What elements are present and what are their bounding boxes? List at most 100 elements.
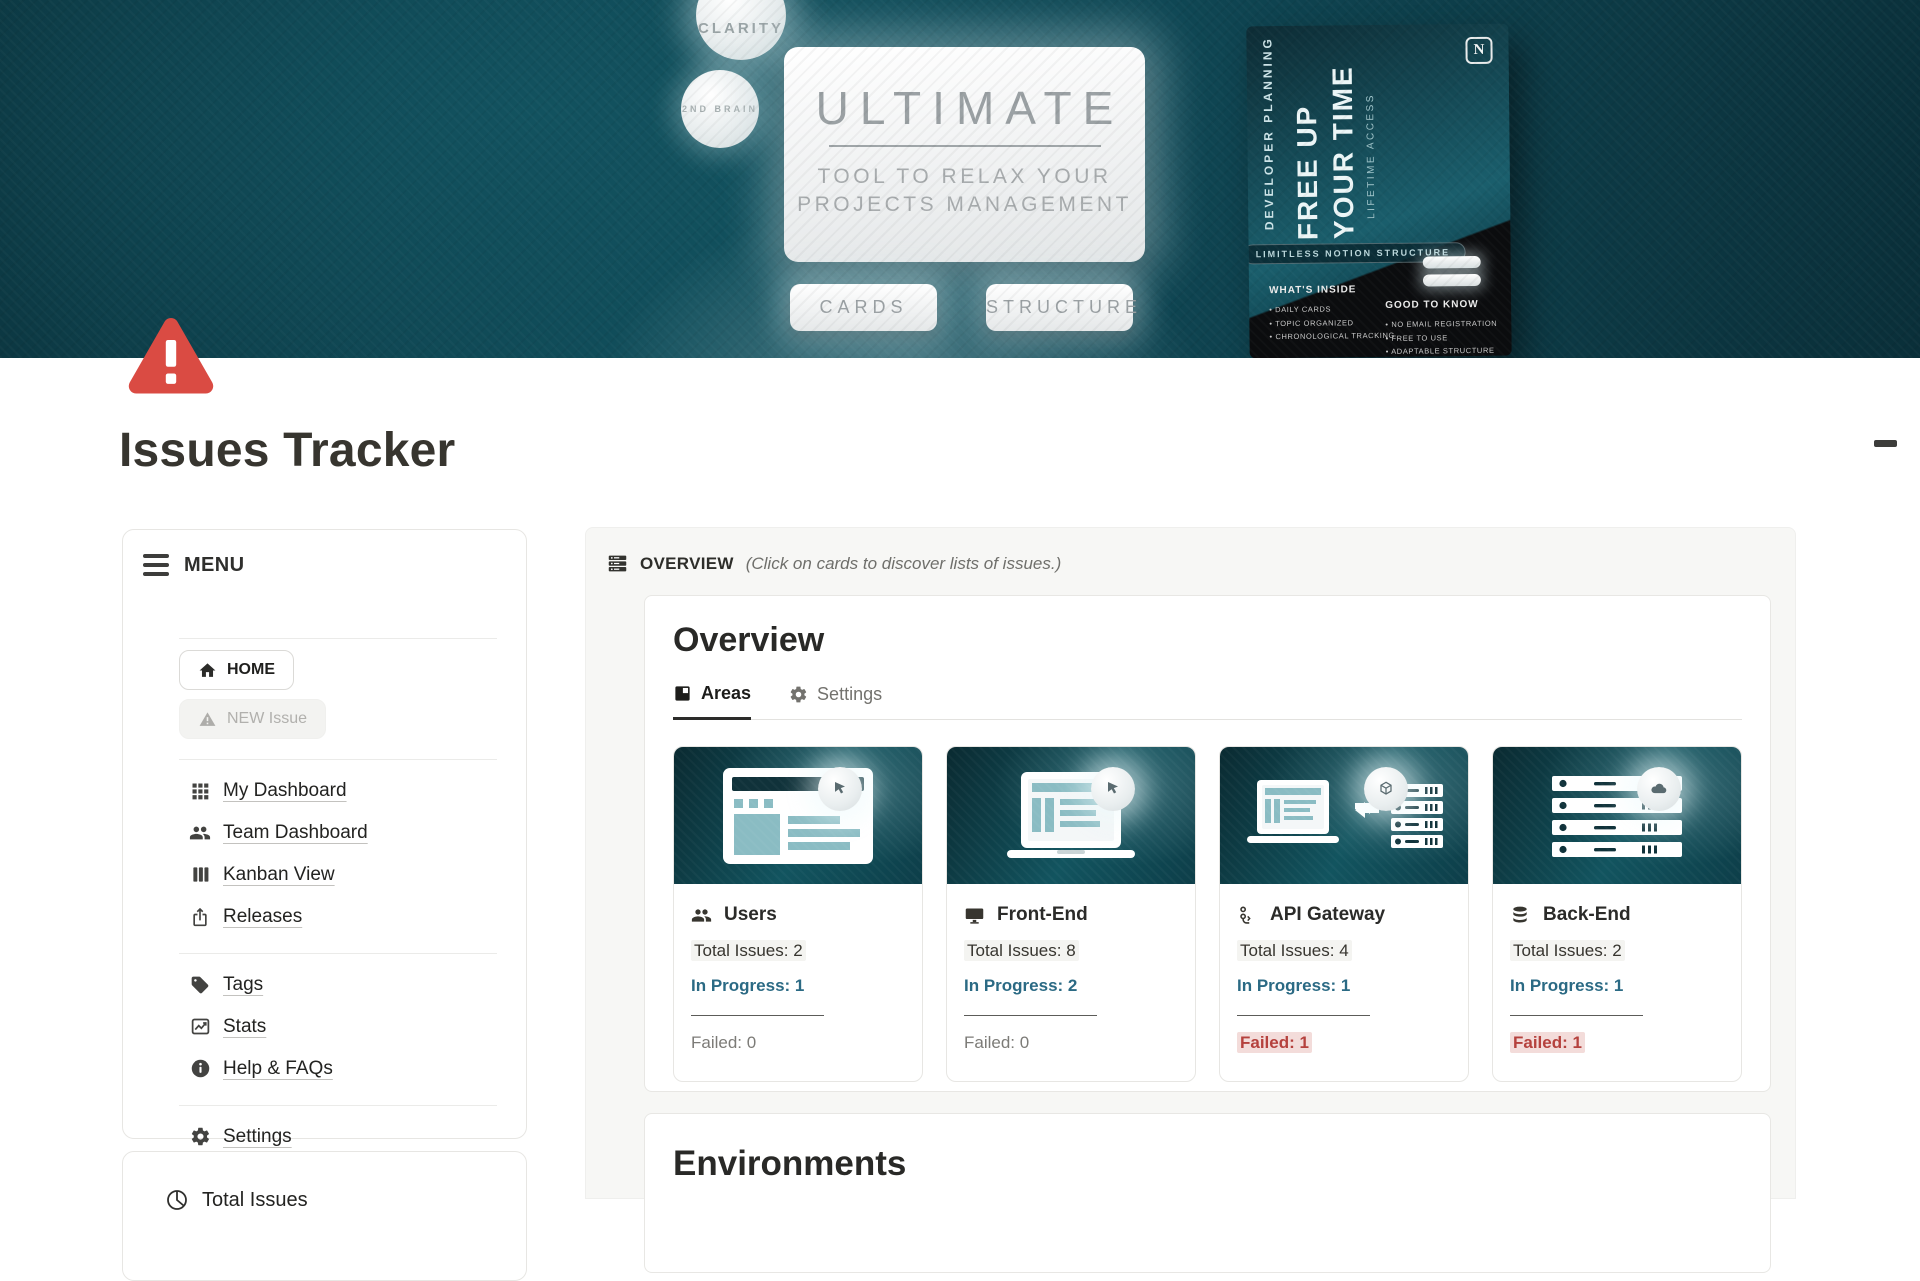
stat-divider <box>1237 1015 1370 1016</box>
sidebar-item-label[interactable]: Settings <box>223 1126 292 1148</box>
stat-divider <box>1510 1015 1643 1016</box>
page-title: Issues Tracker <box>119 423 455 478</box>
box-bullet: NO EMAIL REGISTRATION <box>1385 317 1497 332</box>
chart-icon <box>189 1016 211 1038</box>
in-progress-stat: In Progress: 1 <box>1510 976 1724 996</box>
database-icon <box>1510 905 1531 926</box>
main-panel: OVERVIEW (Click on cards to discover lis… <box>585 527 1796 1199</box>
box-bullet: CHRONOLOGICAL TRACKING <box>1269 329 1395 344</box>
upload-icon <box>189 906 211 928</box>
sidebar-item-label[interactable]: Kanban View <box>223 864 335 886</box>
box-side-label: DEVELOPER PLANNING <box>1260 36 1276 230</box>
gear-icon <box>189 1126 211 1148</box>
warning-icon <box>198 710 217 729</box>
overview-tabs: Areas Settings <box>673 683 1742 720</box>
area-card-title: Users <box>724 904 777 926</box>
box-bullet: DAILY CARDS <box>1269 302 1395 317</box>
total-issues-row[interactable]: Total Issues <box>165 1188 526 1212</box>
new-issue-button-label: NEW Issue <box>227 710 307 728</box>
box-headline-2: YOUR TIME <box>1327 66 1361 240</box>
monitor-icon <box>964 905 985 926</box>
hero-title: ULTIMATE <box>784 81 1145 135</box>
hamburger-icon[interactable] <box>143 554 169 576</box>
people-icon <box>691 905 712 926</box>
box-access-label: LIFETIME ACCESS <box>1365 93 1377 219</box>
sidebar-item-my-dashboard[interactable]: My Dashboard <box>123 770 526 811</box>
sidebar-item-stats[interactable]: Stats <box>123 1006 526 1047</box>
box-bullet: ADAPTABLE STRUCTURE <box>1386 344 1498 358</box>
overview-card: Overview Areas Settings <box>644 595 1771 1092</box>
area-card-back-end[interactable]: Back-End Total Issues: 2 In Progress: 1 … <box>1492 746 1742 1082</box>
tab-areas[interactable]: Areas <box>673 683 751 720</box>
box-pill <box>1423 256 1481 269</box>
total-issues-stat: Total Issues: 2 <box>1510 941 1724 961</box>
area-cards-grid: Users Total Issues: 2 In Progress: 1 Fai… <box>673 746 1742 1082</box>
cube-badge-icon <box>1364 767 1408 811</box>
gear-icon <box>789 685 808 704</box>
bubble-label: CLARITY <box>698 20 784 37</box>
stat-divider <box>691 1015 824 1016</box>
environments-card: Environments <box>644 1113 1771 1273</box>
menu-header: MENU <box>123 548 526 582</box>
box-column-title: GOOD TO KNOW <box>1385 296 1497 315</box>
sidebar-total-issues-card: Total Issues <box>122 1151 527 1281</box>
sidebar-item-releases[interactable]: Releases <box>123 896 526 937</box>
sidebar-item-label[interactable]: Releases <box>223 906 302 928</box>
tag-icon <box>189 974 211 996</box>
sidebar-item-label[interactable]: Team Dashboard <box>223 822 368 844</box>
cover-banner: CLARITY 2ND BRAIN ULTIMATE TOOL TO RELAX… <box>0 0 1920 358</box>
pie-chart-icon <box>165 1188 189 1212</box>
warning-triangle-icon[interactable] <box>126 317 216 395</box>
box-whats-inside: WHAT'S INSIDE DAILY CARDS TOPIC ORGANIZE… <box>1269 281 1395 344</box>
in-progress-stat: In Progress: 2 <box>964 976 1178 996</box>
cloud-badge-icon <box>1637 767 1681 811</box>
sidebar-item-label[interactable]: Tags <box>223 974 263 996</box>
home-button[interactable]: HOME <box>179 650 294 690</box>
second-brain-bubble: 2ND BRAIN <box>681 70 759 148</box>
home-icon <box>198 661 217 680</box>
sidebar-item-label[interactable]: Stats <box>223 1016 266 1038</box>
sidebar-item-label[interactable]: My Dashboard <box>223 780 347 802</box>
hero-card: ULTIMATE TOOL TO RELAX YOUR PROJECTS MAN… <box>784 47 1145 262</box>
area-card-title: Back-End <box>1543 904 1631 926</box>
box-bullet: TOPIC ORGANIZED <box>1269 315 1395 330</box>
sidebar-item-tags[interactable]: Tags <box>123 964 526 1005</box>
sidebar-item-help-faqs[interactable]: Help & FAQs <box>123 1048 526 1089</box>
failed-stat: Failed: 0 <box>964 1033 1178 1053</box>
section-label: OVERVIEW <box>640 554 734 574</box>
sidebar-item-label[interactable]: Help & FAQs <box>223 1058 333 1080</box>
hero-underline <box>829 145 1101 147</box>
sidebar-menu: MENU HOME NEW Issue My Dashboard <box>122 529 527 1139</box>
grid-icon <box>189 780 211 802</box>
sidebar-item-kanban-view[interactable]: Kanban View <box>123 854 526 895</box>
area-card-api-gateway[interactable]: API Gateway Total Issues: 4 In Progress:… <box>1219 746 1469 1082</box>
server-list-icon <box>607 553 628 574</box>
box-good-to-know: GOOD TO KNOW NO EMAIL REGISTRATION FREE … <box>1385 296 1498 358</box>
notion-logo-icon: N <box>1465 37 1492 64</box>
in-progress-stat: In Progress: 1 <box>1237 976 1451 996</box>
box-bullet: FREE TO USE <box>1385 330 1497 345</box>
new-issue-button[interactable]: NEW Issue <box>179 699 326 739</box>
area-card-users[interactable]: Users Total Issues: 2 In Progress: 1 Fai… <box>673 746 923 1082</box>
users-illustration <box>674 747 922 884</box>
cards-button[interactable]: CARDS <box>790 284 937 331</box>
product-box: N DEVELOPER PLANNING FREE UP YOUR TIME L… <box>1246 24 1511 358</box>
structure-button[interactable]: STRUCTURE <box>986 284 1133 331</box>
failed-stat: Failed: 0 <box>691 1033 905 1053</box>
area-card-title: API Gateway <box>1270 904 1385 926</box>
minimize-dash-icon[interactable] <box>1874 440 1897 447</box>
home-button-label: HOME <box>227 661 275 679</box>
sidebar-item-team-dashboard[interactable]: Team Dashboard <box>123 812 526 853</box>
overview-title: Overview <box>673 621 1742 660</box>
area-card-title: Front-End <box>997 904 1088 926</box>
info-icon <box>189 1058 211 1080</box>
box-headline-1: FREE UP <box>1291 104 1324 240</box>
stat-divider <box>964 1015 1097 1016</box>
failed-stat: Failed: 1 <box>1237 1033 1451 1053</box>
total-issues-stat: Total Issues: 8 <box>964 941 1178 961</box>
cursor-badge-icon <box>1091 767 1135 811</box>
menu-title: MENU <box>184 554 245 577</box>
area-card-front-end[interactable]: Front-End Total Issues: 8 In Progress: 2… <box>946 746 1196 1082</box>
tab-settings[interactable]: Settings <box>789 683 882 719</box>
hero-subtitle: TOOL TO RELAX YOUR PROJECTS MANAGEMENT <box>784 163 1145 218</box>
